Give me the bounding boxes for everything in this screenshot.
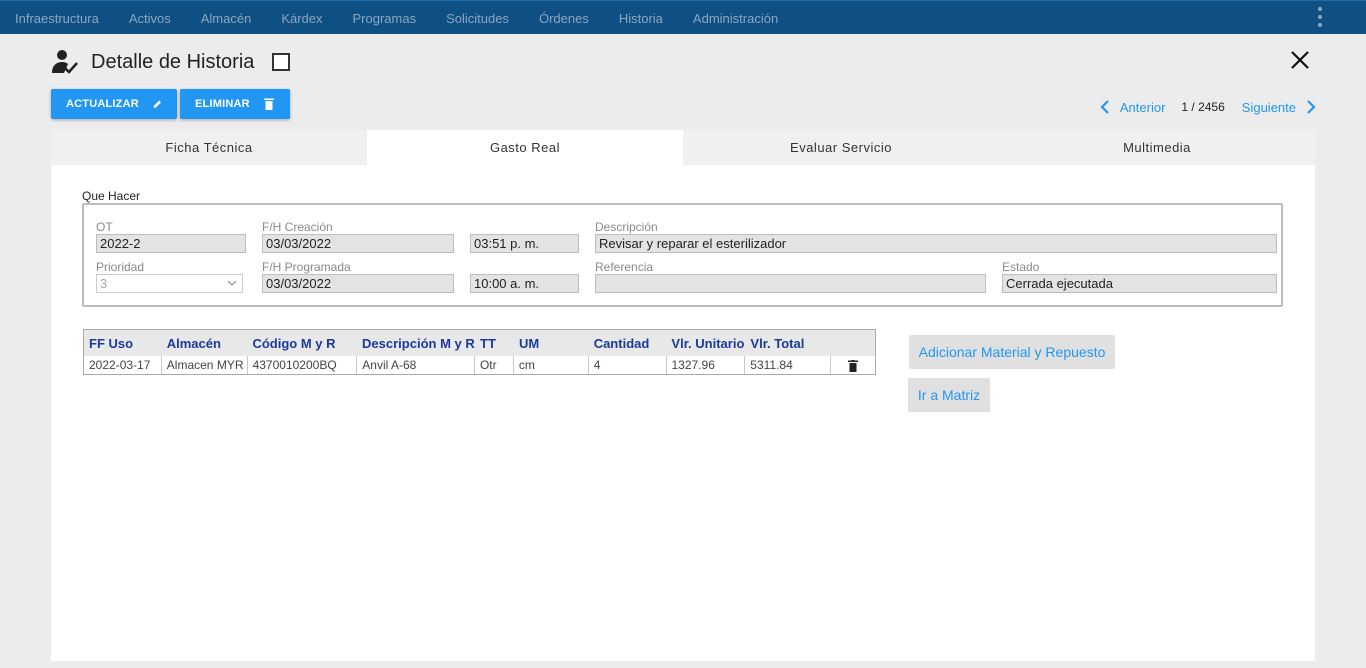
prioridad-value: 3 [100,276,108,291]
record-pager: Anterior 1 / 2456 Siguiente [1100,97,1316,117]
referencia-field[interactable] [595,274,986,293]
nav-item-almacen[interactable]: Almacén [201,11,252,26]
ot-label: OT [96,220,113,234]
fh-creacion-time-field[interactable]: 03:51 p. m. [470,234,579,253]
nav-item-programas[interactable]: Programas [353,11,417,26]
fh-programada-date-field[interactable]: 03/03/2022 [262,274,454,293]
descripcion-field[interactable]: Revisar y reparar el esterilizador [595,234,1277,253]
cell-ff-uso: 2022-03-17 [84,356,162,374]
materials-grid: FF Uso Almacén Código M y R Descripción … [83,329,876,375]
cell-tt: Otr [475,356,514,374]
fh-programada-label: F/H Programada [262,260,351,274]
main-menu: Infraestructura Activos Almacén Kárdex P… [0,1,793,35]
pencil-icon [153,100,161,108]
prioridad-select[interactable]: 3 [96,274,243,293]
tab-gasto-real[interactable]: Gasto Real [367,130,683,165]
page-title: Detalle de Historia [91,50,255,73]
next-button[interactable]: Siguiente [1242,100,1316,115]
trash-icon [263,98,274,110]
table-row[interactable]: 2022-03-17 Almacen MYR 4370010200BQ Anvi… [84,356,875,374]
tab-multimedia[interactable]: Multimedia [999,130,1315,165]
nav-item-solicitudes[interactable]: Solicitudes [446,11,509,26]
top-nav-bar: Infraestructura Activos Almacén Kárdex P… [0,0,1366,34]
que-hacer-label: Que Hacer [82,189,141,203]
record-count: 1 / 2456 [1181,100,1225,114]
col-header-descripcion[interactable]: Descripción M y R [357,330,475,356]
nav-item-infraestructura[interactable]: Infraestructura [15,11,99,26]
next-label: Siguiente [1241,99,1296,115]
fh-creacion-label: F/H Creación [262,220,333,234]
col-header-tt[interactable]: TT [475,330,514,356]
estado-label: Estado [1002,260,1040,274]
estado-field[interactable]: Cerrada ejecutada [1002,274,1277,293]
page-header: Detalle de Historia [51,46,291,78]
nav-item-historia[interactable]: Historia [619,11,663,26]
tab-panel: Que Hacer OT 2022-2 F/H Creación 03/03/2… [51,165,1315,661]
header-checkbox[interactable] [272,53,291,71]
tab-evaluar-servicio[interactable]: Evaluar Servicio [683,130,999,165]
referencia-label: Referencia [595,260,654,274]
col-header-ff-uso[interactable]: FF Uso [84,330,162,356]
add-material-button[interactable]: Adicionar Material y Repuesto [909,335,1115,369]
trash-icon [848,360,859,372]
col-header-um[interactable]: UM [514,330,589,356]
col-header-codigo[interactable]: Código M y R [247,330,357,356]
previous-label: Anterior [1119,99,1166,115]
cell-codigo: 4370010200BQ [248,356,358,374]
fh-creacion-date-field[interactable]: 03/03/2022 [262,234,454,253]
fh-programada-time-field[interactable]: 10:00 a. m. [470,274,579,293]
descripcion-label: Descripción [595,220,658,234]
cell-vlr-total: 5311.84 [745,356,832,374]
chevron-down-icon [227,280,237,286]
row-delete-button[interactable] [831,356,875,374]
nav-item-administracion[interactable]: Administración [693,11,778,26]
col-header-vlr-total[interactable]: Vlr. Total [745,330,831,356]
cell-um: cm [514,356,589,374]
cell-vlr-unitario: 1327.96 [667,356,746,374]
chevron-left-icon [1100,100,1109,114]
close-icon[interactable] [1290,50,1310,70]
col-header-cantidad[interactable]: Cantidad [589,330,667,356]
delete-button[interactable]: ELIMINAR [180,89,290,119]
prioridad-label: Prioridad [96,260,145,274]
nav-item-kardex[interactable]: Kárdex [281,11,322,26]
nav-item-ordenes[interactable]: Órdenes [539,11,589,26]
delete-button-label: ELIMINAR [195,98,250,110]
ot-field[interactable]: 2022-2 [96,234,246,253]
grid-header: FF Uso Almacén Código M y R Descripción … [84,330,875,356]
cell-almacen: Almacen MYR [162,356,248,374]
col-header-vlr-unitario[interactable]: Vlr. Unitario [666,330,745,356]
previous-button[interactable]: Anterior [1100,99,1166,115]
update-button[interactable]: ACTUALIZAR [51,89,177,119]
cell-descripcion: Anvil A-68 [357,356,475,374]
col-header-actions [831,330,875,356]
cell-cantidad: 4 [589,356,667,374]
tab-ficha-tecnica[interactable]: Ficha Técnica [51,130,367,165]
update-button-label: ACTUALIZAR [66,98,139,110]
user-check-icon [52,50,78,74]
go-to-matrix-button[interactable]: Ir a Matriz [908,378,990,412]
nav-item-activos[interactable]: Activos [129,11,171,26]
more-vert-icon[interactable] [1314,7,1326,27]
que-hacer-fieldset: OT 2022-2 F/H Creación 03/03/2022 03:51 … [82,203,1283,307]
detail-tabs: Ficha Técnica Gasto Real Evaluar Servici… [51,130,1315,165]
col-header-almacen[interactable]: Almacén [162,330,248,356]
chevron-right-icon [1307,100,1316,114]
